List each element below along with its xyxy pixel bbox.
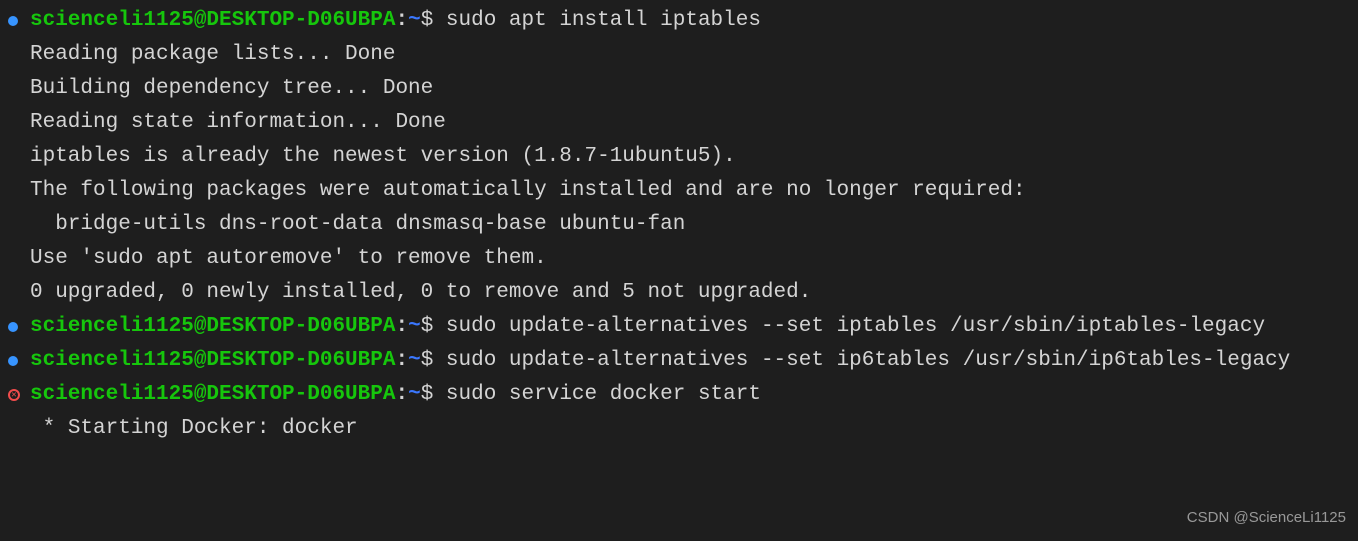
- output-text: Building dependency tree... Done: [30, 77, 433, 100]
- output-line: Building dependency tree... Done: [0, 72, 1358, 106]
- output-line: Reading state information... Done: [0, 106, 1358, 140]
- terminal[interactable]: scienceli1125@DESKTOP-D06UBPA:~$ sudo ap…: [0, 0, 1358, 446]
- output-line: iptables is already the newest version (…: [0, 140, 1358, 174]
- output-text: bridge-utils dns-root-data dnsmasq-base …: [30, 213, 685, 236]
- status-ok-icon: [8, 356, 18, 366]
- output-line: * Starting Docker: docker: [0, 412, 1358, 446]
- output-text: Use 'sudo apt autoremove' to remove them…: [30, 247, 547, 270]
- output-text: Reading package lists... Done: [30, 43, 395, 66]
- prompt-line: scienceli1125@DESKTOP-D06UBPA:~$ sudo up…: [0, 310, 1358, 344]
- output-line: Use 'sudo apt autoremove' to remove them…: [0, 242, 1358, 276]
- prompt-sigil: $: [421, 315, 446, 338]
- output-text: * Starting Docker: docker: [30, 417, 358, 440]
- prompt-sigil: $: [421, 9, 446, 32]
- prompt-user-host: scienceli1125@DESKTOP-D06UBPA: [30, 383, 395, 406]
- watermark-text: CSDN @ScienceLi1125: [1187, 501, 1346, 535]
- prompt-sigil: $: [421, 349, 446, 372]
- prompt-line: scienceli1125@DESKTOP-D06UBPA:~$ sudo se…: [0, 378, 1358, 412]
- output-line: bridge-utils dns-root-data dnsmasq-base …: [0, 208, 1358, 242]
- prompt-line: scienceli1125@DESKTOP-D06UBPA:~$ sudo up…: [0, 344, 1358, 378]
- prompt-line: scienceli1125@DESKTOP-D06UBPA:~$ sudo ap…: [0, 4, 1358, 38]
- status-ok-icon: [8, 322, 18, 332]
- prompt-sigil: $: [421, 383, 446, 406]
- prompt-cwd: ~: [408, 9, 421, 32]
- output-line: Reading package lists... Done: [0, 38, 1358, 72]
- command-text: sudo update-alternatives --set ip6tables…: [446, 349, 1290, 372]
- prompt-user-host: scienceli1125@DESKTOP-D06UBPA: [30, 9, 395, 32]
- status-error-icon: [8, 389, 20, 401]
- output-text: 0 upgraded, 0 newly installed, 0 to remo…: [30, 281, 811, 304]
- prompt-separator: :: [395, 349, 408, 372]
- output-text: Reading state information... Done: [30, 111, 446, 134]
- prompt-separator: :: [395, 9, 408, 32]
- prompt-user-host: scienceli1125@DESKTOP-D06UBPA: [30, 349, 395, 372]
- command-text: sudo update-alternatives --set iptables …: [446, 315, 1265, 338]
- prompt-cwd: ~: [408, 349, 421, 372]
- output-text: The following packages were automaticall…: [30, 179, 1026, 202]
- prompt-separator: :: [395, 315, 408, 338]
- output-text: iptables is already the newest version (…: [30, 145, 736, 168]
- command-text: sudo apt install iptables: [446, 9, 761, 32]
- output-line: 0 upgraded, 0 newly installed, 0 to remo…: [0, 276, 1358, 310]
- output-line: The following packages were automaticall…: [0, 174, 1358, 208]
- prompt-cwd: ~: [408, 315, 421, 338]
- status-ok-icon: [8, 16, 18, 26]
- prompt-user-host: scienceli1125@DESKTOP-D06UBPA: [30, 315, 395, 338]
- command-text: sudo service docker start: [446, 383, 761, 406]
- prompt-separator: :: [395, 383, 408, 406]
- prompt-cwd: ~: [408, 383, 421, 406]
